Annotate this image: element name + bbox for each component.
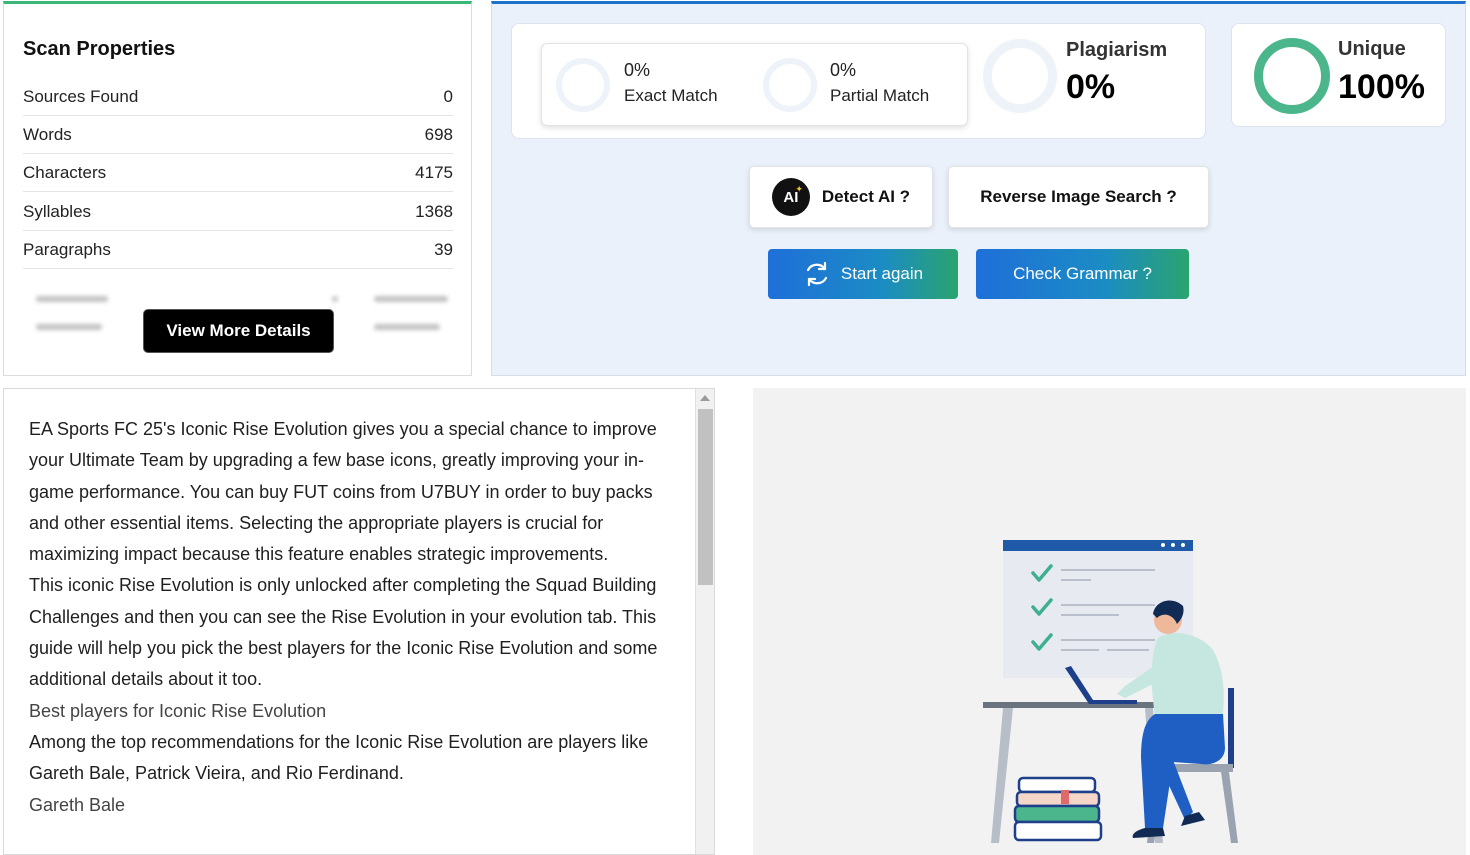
prop-label: Words — [23, 124, 72, 144]
unique-score-box: Unique 100% — [1231, 23, 1446, 127]
scanned-text-area[interactable]: EA Sports FC 25's Iconic Rise Evolution … — [3, 388, 715, 855]
partial-match-percent: 0% — [830, 60, 857, 80]
unique-value: 100% — [1338, 68, 1425, 106]
unique-ring-icon — [1254, 38, 1330, 114]
scrollbar-thumb[interactable] — [698, 409, 713, 585]
partial-match-label: Partial Match — [830, 86, 930, 105]
start-again-button[interactable]: Start again — [768, 249, 958, 299]
results-panel: 0% Exact Match 0% Partial Match Plagiari… — [491, 1, 1466, 376]
refresh-icon — [806, 261, 827, 287]
partial-match-ring-icon — [763, 58, 817, 112]
prop-row-characters: Characters 4175 — [23, 154, 453, 192]
illustration-panel — [753, 388, 1466, 855]
start-again-label: Start again — [840, 264, 924, 283]
prop-row-sources-found: Sources Found 0 — [23, 78, 453, 116]
prop-row-paragraphs: Paragraphs 39 — [23, 231, 453, 269]
exact-match-percent: 0% — [624, 60, 651, 80]
plagiarism-label: Plagiarism — [1066, 39, 1168, 61]
scan-properties-panel: Scan Properties Sources Found 0 Words 69… — [3, 1, 472, 376]
prop-value: 4175 — [415, 162, 453, 182]
detect-ai-button[interactable]: AI ✦ Detect AI ? — [749, 166, 933, 228]
sparkle-icon: ✦ — [795, 184, 803, 194]
view-more-details-button[interactable]: View More Details — [143, 309, 334, 353]
prop-label: Characters — [23, 162, 107, 182]
text-paragraph: Among the top recommendations for the Ic… — [29, 731, 649, 784]
plagiarism-score-box: 0% Exact Match 0% Partial Match Plagiari… — [511, 23, 1206, 139]
exact-match-ring-icon — [556, 58, 610, 112]
plagiarism-ring-icon — [983, 39, 1057, 113]
text-paragraph: This iconic Rise Evolution is only unloc… — [29, 575, 658, 690]
prop-label: Paragraphs — [23, 239, 111, 259]
prop-value: 1368 — [415, 201, 453, 221]
prop-row-words: Words 698 — [23, 116, 453, 154]
plagiarism-value: 0% — [1066, 68, 1116, 106]
scan-properties-title: Scan Properties — [23, 38, 176, 60]
detect-ai-label: Detect AI ? — [821, 187, 911, 206]
check-grammar-button[interactable]: Check Grammar ? — [976, 249, 1189, 299]
vertical-scrollbar[interactable] — [695, 389, 714, 854]
exact-match-label: Exact Match — [624, 86, 718, 105]
text-paragraph: EA Sports FC 25's Iconic Rise Evolution … — [29, 419, 657, 565]
prop-value: 0 — [443, 86, 453, 106]
ai-icon: AI ✦ — [771, 178, 810, 216]
unique-label: Unique — [1338, 38, 1406, 60]
scanned-text-content: EA Sports FC 25's Iconic Rise Evolution … — [29, 414, 669, 821]
prop-label: Sources Found — [23, 86, 139, 106]
reverse-image-search-button[interactable]: Reverse Image Search ? — [948, 166, 1209, 228]
person-at-desk-illustration — [983, 540, 1238, 843]
prop-row-syllables: Syllables 1368 — [23, 193, 453, 231]
prop-value: 39 — [434, 239, 453, 259]
prop-value: 698 — [424, 124, 453, 144]
match-breakdown-card: 0% Exact Match 0% Partial Match — [541, 43, 968, 126]
prop-label: Syllables — [23, 201, 92, 221]
scroll-up-arrow-icon[interactable] — [700, 395, 710, 401]
text-heading: Best players for Iconic Rise Evolution — [29, 700, 327, 721]
text-heading: Gareth Bale — [29, 794, 126, 815]
